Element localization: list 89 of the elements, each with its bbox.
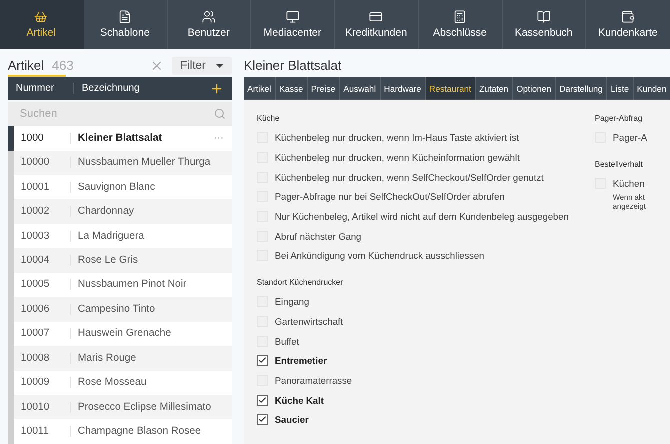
table-cell-text: Rose Mosseau	[77, 377, 148, 388]
column-header[interactable]: Bezeichnung	[73, 83, 210, 94]
table-row[interactable]: 10001 Sauvignon Blanc	[8, 174, 232, 200]
option-label: Gartenwirtschaft	[275, 316, 344, 327]
table-cell: 10011	[14, 426, 71, 438]
monitor-icon	[286, 10, 300, 24]
table-cell-text: Nussbaumen Mueller Thurga	[77, 157, 212, 168]
option-label: Buffet	[275, 336, 300, 347]
checkbox[interactable]	[257, 355, 268, 366]
table-row[interactable]: 10011 Champagne Blason Rosee	[8, 419, 232, 444]
table-row[interactable]: 10000 Nussbaumen Mueller Thurga	[8, 150, 232, 175]
checkbox[interactable]	[257, 414, 268, 426]
basket-icon	[34, 10, 48, 24]
table-cell: 10002	[14, 206, 71, 218]
table-cell-text: Prosecco Eclipse Millesimato	[77, 402, 212, 413]
table-cell-text: Maris Rouge	[77, 352, 138, 364]
option-label: Küchenbeleg nur drucken, wenn Im-Haus Taste aktiviert ist	[275, 132, 520, 144]
table-cell-text: Sauvignon Blanc	[77, 182, 156, 193]
tab[interactable]: Restaurant	[426, 77, 476, 100]
section-heading: Küche	[257, 114, 281, 123]
table-cell: 10008	[14, 352, 71, 364]
item-count: 463	[52, 58, 74, 74]
search-icon	[214, 108, 226, 120]
option-label: Saucier	[275, 414, 309, 426]
table-cell: 10007	[14, 328, 71, 340]
add-icon[interactable]	[210, 82, 224, 96]
option-label: Bei Ankündigung vom Küchendruck ausschliessen	[275, 250, 485, 262]
option-label: Küche Kalt	[275, 394, 324, 406]
table-cell: 10000	[14, 157, 71, 168]
search-input[interactable]: Suchen	[18, 107, 214, 122]
table-cell-text: Kleiner Blattsalat	[77, 132, 164, 144]
option-label: Küchenbeleg nur drucken, wenn Kücheinformation gewählt	[275, 152, 520, 164]
table-cell-text: Campesino Tinto	[77, 304, 156, 315]
nav-item[interactable]: Mediacenter	[251, 0, 335, 49]
nav-item[interactable]: Schablone	[84, 0, 168, 49]
section-heading: Pager-Abfrag	[595, 114, 644, 123]
document-icon	[118, 10, 132, 24]
table-cell-text: Rose Le Gris	[77, 255, 140, 266]
detail-title: Kleiner Blattsalat	[244, 56, 343, 74]
table-row[interactable]: 10006 Campesino Tinto	[8, 297, 232, 322]
table-row[interactable]: 10004 Rose Le Gris	[8, 248, 232, 273]
filter-button[interactable]: Filter	[172, 56, 232, 75]
option-label: Küchen	[613, 178, 645, 190]
option-label: Entremetier	[275, 355, 328, 366]
nav-item[interactable]: Benutzer	[168, 0, 252, 49]
option-label: Pager-A	[613, 132, 648, 144]
card-icon	[369, 10, 384, 24]
table-cell-text: Chardonnay	[77, 206, 136, 218]
table-cell: 10006	[14, 304, 71, 315]
table-cell-text: Hauswein Grenache	[77, 328, 172, 340]
table-row[interactable]: 10010 Prosecco Eclipse Millesimato	[8, 395, 232, 420]
table-cell: 10004	[14, 255, 71, 266]
column-header[interactable]: Nummer	[8, 83, 73, 94]
section-heading: Bestellverhalt	[595, 160, 644, 169]
option-label: Eingang	[275, 296, 310, 308]
nav-item[interactable]: Kreditkunden	[335, 0, 419, 49]
table-cell: 10001	[14, 182, 71, 193]
users-icon	[202, 10, 216, 24]
table-cell-text: Champagne Blason Rosee	[77, 426, 202, 438]
calculator-icon	[453, 10, 468, 24]
table-row[interactable]: 10008 Maris Rouge	[8, 346, 232, 371]
table-cell: 10010	[14, 402, 71, 413]
table-cell: 1000	[14, 132, 71, 144]
nav-item[interactable]: Kassenbuch	[502, 0, 586, 49]
option-label: Küchenbeleg nur drucken, wenn SelfCheckout/SelfOrder genutzt	[275, 172, 544, 183]
section-heading: Standort Küchendrucker	[257, 278, 344, 287]
table-cell: 10005	[14, 279, 71, 290]
option-label: Panoramaterrasse	[275, 374, 352, 386]
option-label: Nur Küchenbeleg, Artikel wird nicht auf dem Kundenbeleg ausgegeben	[275, 211, 569, 222]
nav-item[interactable]: Kundenkarte	[586, 0, 670, 49]
table-cell: 10009	[14, 377, 71, 388]
nav-item[interactable]: Abschlüsse	[418, 0, 502, 49]
table-cell-text: La Madriguera	[77, 230, 146, 242]
nav-item[interactable]: Artikel	[0, 0, 84, 49]
table-cell: 10003	[14, 230, 71, 242]
wallet-icon	[621, 10, 636, 24]
table-row[interactable]: 10007 Hauswein Grenache	[8, 322, 232, 346]
table-row[interactable]: 1000 Kleiner Blattsalat ···	[8, 126, 232, 150]
table-row[interactable]: 10003 La Madriguera	[8, 224, 232, 248]
table-row[interactable]: 10002 Chardonnay	[8, 199, 232, 224]
option-label: Abruf nächster Gang	[275, 230, 362, 242]
table-row[interactable]: 10005 Nussbaumen Pinot Noir	[8, 272, 232, 298]
table-cell-text: Nussbaumen Pinot Noir	[77, 279, 188, 290]
book-icon	[536, 10, 551, 24]
option-label: Pager-Abfrage nur bei SelfCheckOut/SelfOrder abrufen	[275, 191, 505, 202]
search-field[interactable]: Suchen	[8, 102, 232, 126]
table-row[interactable]: 10009 Rose Mosseau	[8, 370, 232, 396]
checkbox[interactable]	[257, 394, 268, 406]
list-title: Artikel	[8, 58, 44, 74]
